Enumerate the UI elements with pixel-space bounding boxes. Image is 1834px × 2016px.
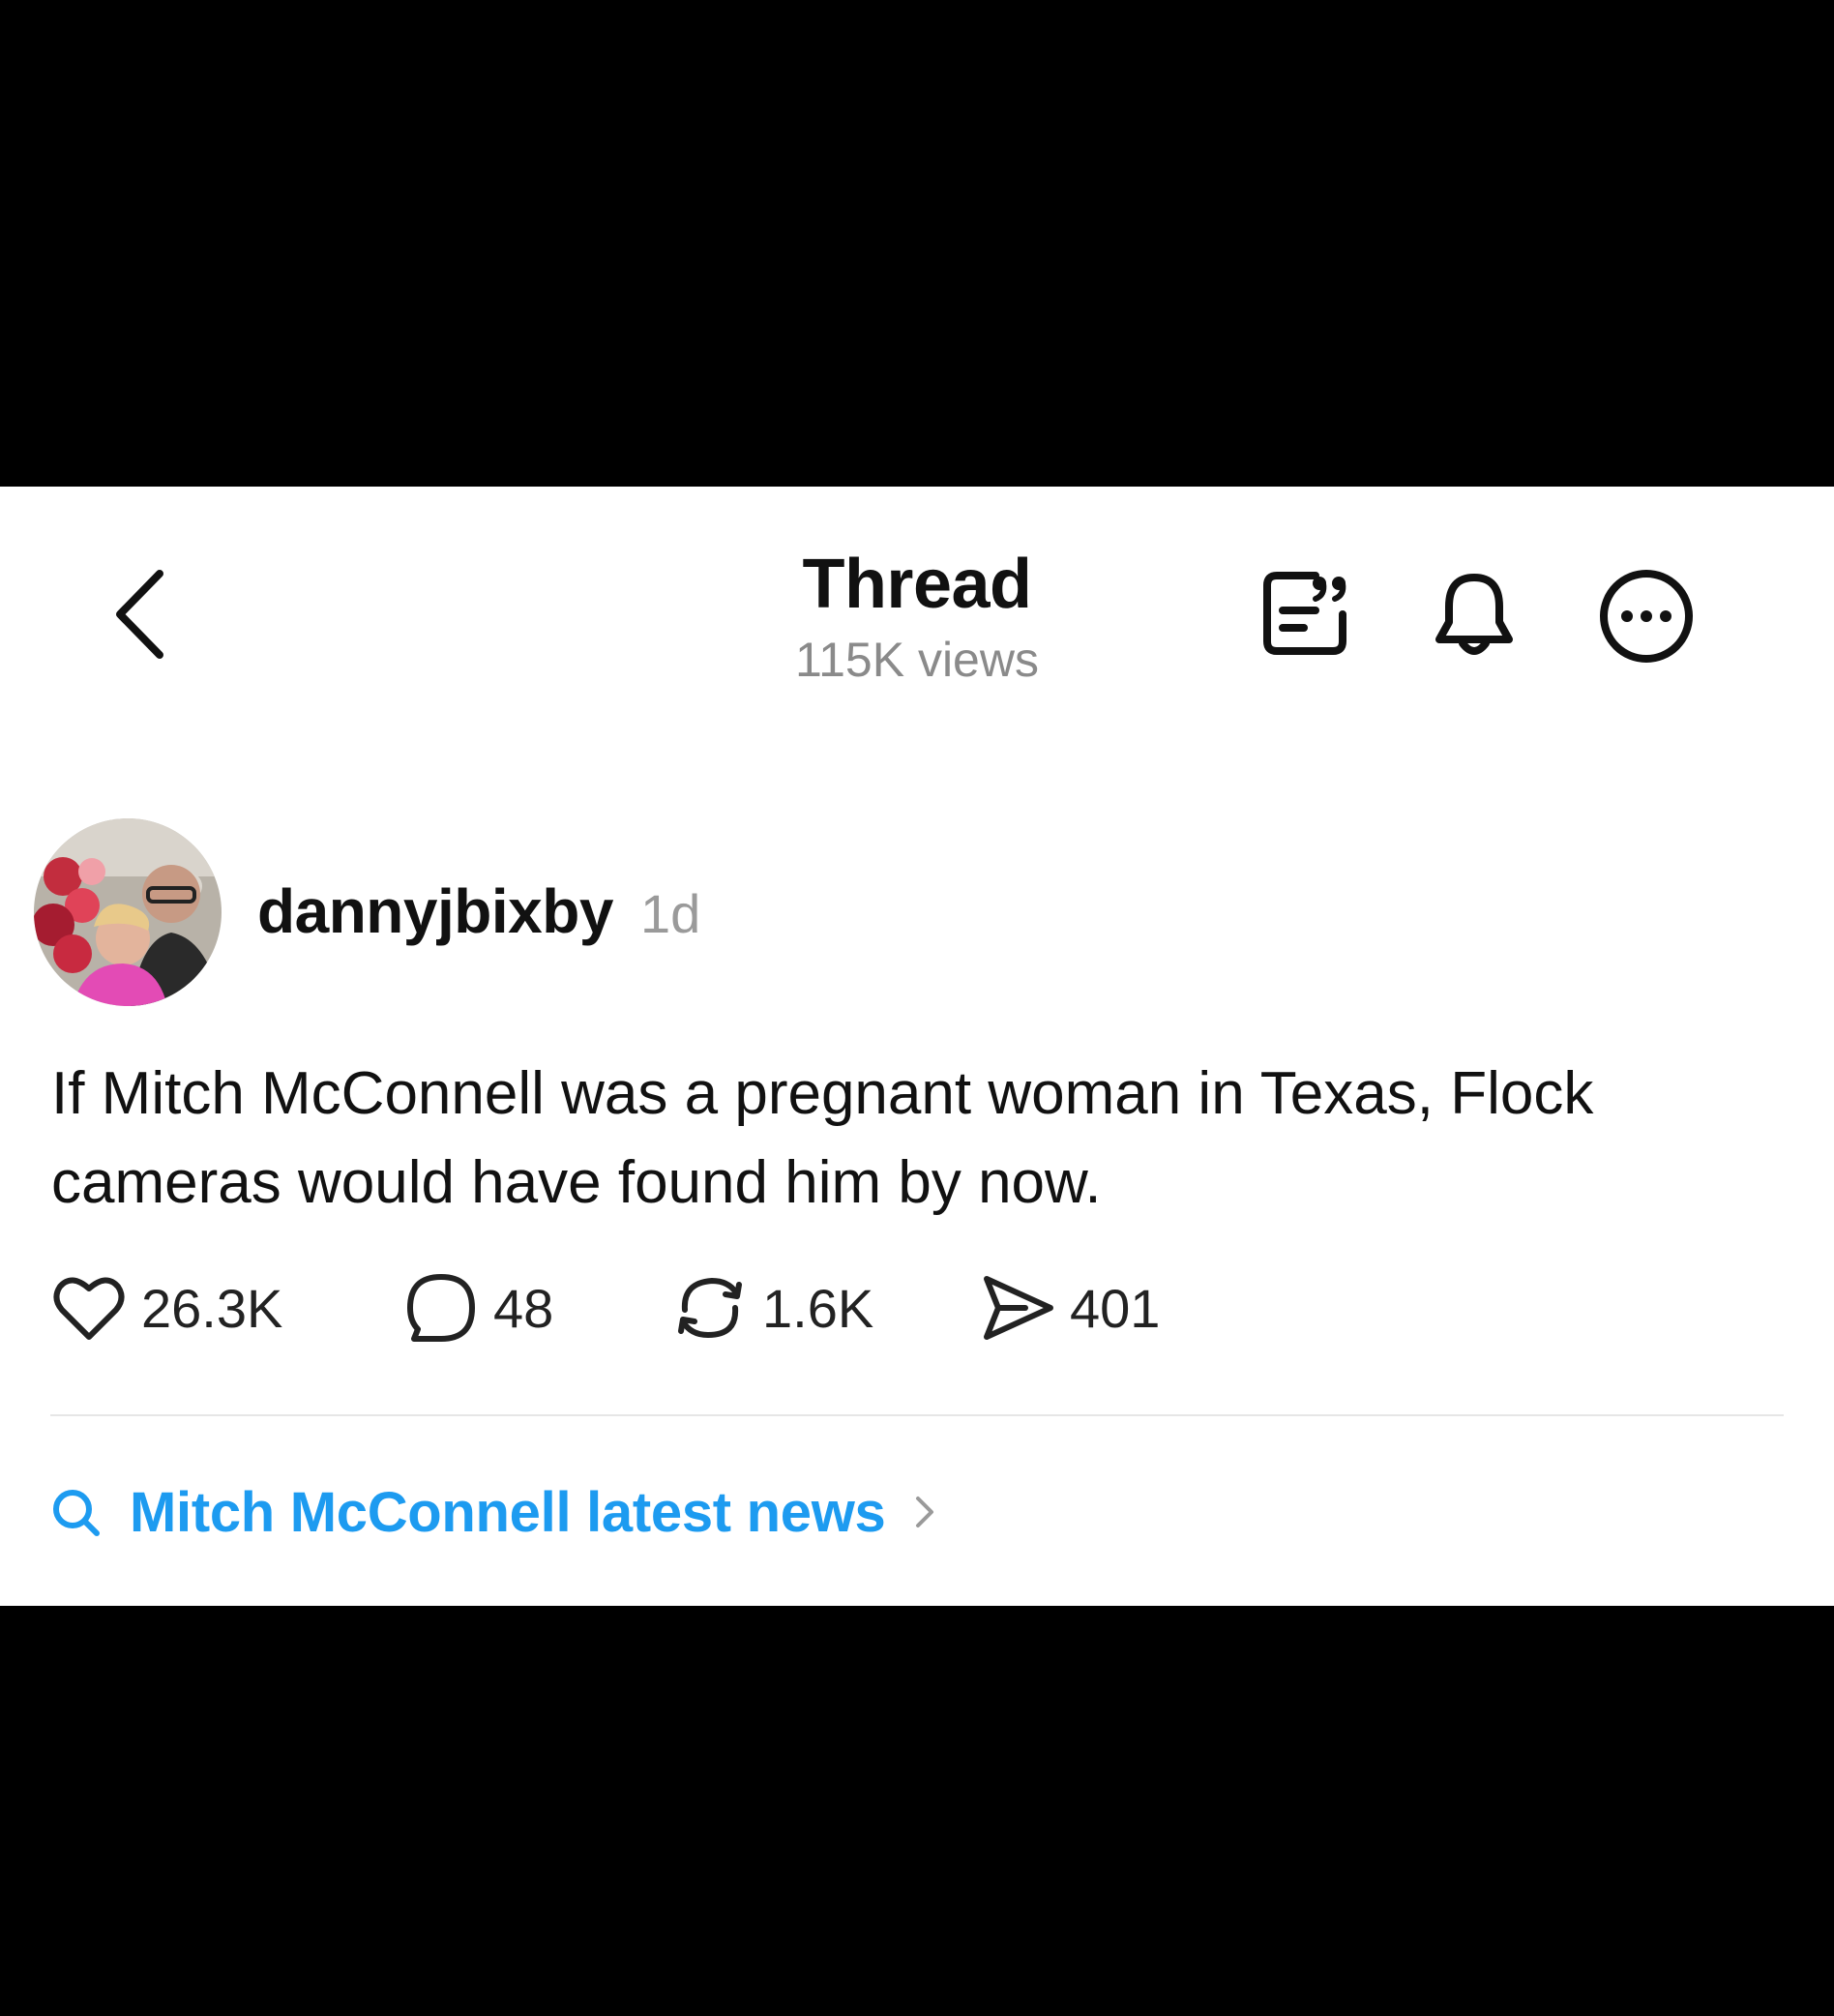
view-count: 115K views: [795, 633, 1039, 687]
like-button[interactable]: 26.3K: [50, 1269, 282, 1347]
repost-icon: [678, 1277, 742, 1339]
quote-post-button[interactable]: [1256, 564, 1354, 663]
related-search-link[interactable]: Mitch McConnell latest news: [50, 1478, 935, 1546]
share-count: 401: [1070, 1277, 1161, 1339]
reply-count: 48: [493, 1277, 554, 1339]
quote-icon: [1263, 572, 1346, 655]
related-search-label: Mitch McConnell latest news: [130, 1480, 886, 1544]
like-count: 26.3K: [141, 1277, 283, 1339]
share-button[interactable]: 401: [979, 1269, 1160, 1347]
notifications-button[interactable]: [1430, 566, 1519, 663]
heart-icon: [53, 1277, 125, 1340]
avatar-photo: [34, 818, 222, 1006]
more-icon: [1600, 570, 1693, 663]
reply-button[interactable]: 48: [402, 1269, 553, 1347]
repost-count: 1.6K: [762, 1277, 874, 1339]
back-button[interactable]: [106, 566, 174, 663]
chevron-left-icon: [116, 570, 163, 659]
search-icon: [53, 1490, 100, 1536]
post-timestamp: 1d: [640, 883, 701, 944]
send-icon: [984, 1276, 1053, 1340]
avatar[interactable]: [34, 818, 222, 1006]
author-username[interactable]: dannyjbixby: [257, 875, 613, 947]
page-title: Thread: [802, 546, 1032, 623]
divider: [50, 1414, 1784, 1416]
more-options-button[interactable]: [1598, 568, 1695, 665]
screenshot-frame: Thread 115K views dannyjbixby 1d If Mitc…: [0, 0, 1834, 2016]
post-text: If Mitch McConnell was a pregnant woman …: [51, 1060, 1594, 1216]
chevron-right-icon: [916, 1497, 934, 1527]
comment-icon: [407, 1274, 475, 1342]
repost-button[interactable]: 1.6K: [671, 1269, 873, 1347]
bell-icon: [1435, 574, 1513, 655]
